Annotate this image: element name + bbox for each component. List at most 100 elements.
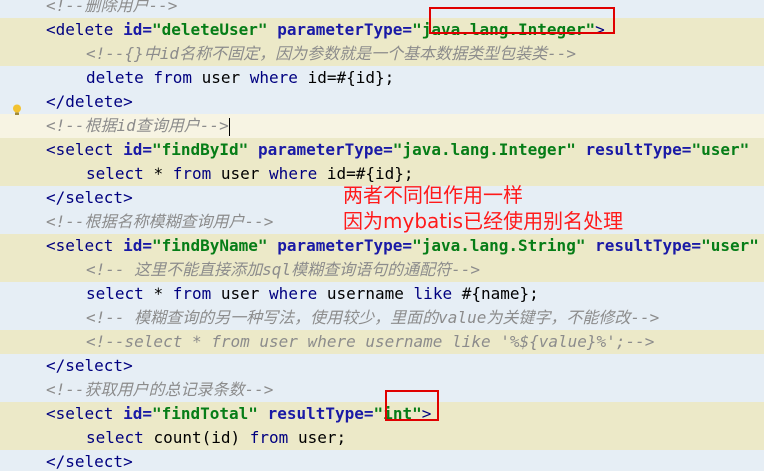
code-token: from [249, 428, 298, 447]
code-line[interactable]: <!--select * from user where username li… [0, 330, 764, 354]
code-line[interactable]: <!-- 这里不能直接添加sql模糊查询语句的通配符--> [0, 258, 764, 282]
code-token: </select> [46, 452, 133, 471]
code-line-text: select * from user where username like #… [86, 282, 539, 306]
code-token: "user" [701, 236, 759, 255]
code-line[interactable]: </select> [0, 450, 764, 471]
code-token: "java.lang.String" [412, 236, 586, 255]
code-line-text: <select id="findTotal" resultType="int"> [46, 402, 431, 426]
code-line[interactable]: <!-- 模糊查询的另一种写法，使用较少，里面的value为关键字，不能修改--… [0, 306, 764, 330]
code-token: from [172, 164, 221, 183]
code-token: #{name}; [461, 284, 539, 303]
code-token: </select> [46, 356, 133, 375]
code-line-text: <!--删除用户--> [46, 0, 177, 18]
code-line[interactable]: select * from user where username like #… [0, 282, 764, 306]
code-token: user [220, 284, 270, 303]
code-token: delete from [86, 68, 202, 87]
code-editor[interactable]: <!--删除用户--> <delete id="deleteUser" param… [0, 0, 764, 471]
highlight-box-parametertype [429, 7, 615, 34]
code-token: resultType= [267, 404, 374, 423]
code-line[interactable]: <!--根据id查询用户--> [0, 114, 764, 138]
code-token: select [86, 284, 154, 303]
code-token: count(id) [153, 428, 250, 447]
code-token: id= [123, 140, 152, 159]
code-token: parameterType= [277, 236, 413, 255]
code-token: select [86, 164, 154, 183]
code-line-text: <!--根据名称模糊查询用户--> [46, 210, 273, 234]
code-line[interactable]: <select id="findTotal" resultType="int"> [0, 402, 764, 426]
code-token: * [153, 284, 173, 303]
code-token: like [413, 284, 462, 303]
code-line-text: delete from user where id=#{id}; [86, 66, 394, 90]
code-token: * [153, 164, 173, 183]
code-token: <select [46, 404, 124, 423]
code-line-text: <!-- 这里不能直接添加sql模糊查询语句的通配符--> [86, 258, 480, 282]
code-line[interactable]: <!--{}中id名称不固定，因为参数就是一个基本数据类型包装类--> [0, 42, 764, 66]
code-token: select [86, 428, 154, 447]
code-line-text: <!--select * from user where username li… [86, 330, 654, 354]
code-token: <select [46, 140, 124, 159]
code-line-text: select count(id) from user; [86, 426, 346, 450]
code-token: <delete [46, 20, 124, 39]
code-line-text: </delete> [46, 90, 133, 114]
code-token: <!-- 这里不能直接添加sql模糊查询语句的通配符--> [86, 260, 480, 279]
code-token: <!--删除用户--> [46, 0, 178, 15]
code-token: parameterType= [277, 20, 413, 39]
code-token: resultType= [585, 140, 692, 159]
code-line-text: <!--{}中id名称不固定，因为参数就是一个基本数据类型包装类--> [86, 42, 576, 66]
code-line-text: </select> [46, 450, 133, 471]
annotation-note: 两者不同但作用一样 因为mybatis已经使用别名处理 [343, 182, 623, 234]
code-token: "user" [691, 140, 750, 159]
code-token: id=#{id}; [307, 68, 395, 87]
code-token: <!-- 模糊查询的另一种写法，使用较少，里面的value为关键字，不能修改--… [86, 308, 660, 327]
code-line[interactable]: select count(id) from user; [0, 426, 764, 450]
code-line-text: <select id="findById" parameterType="jav… [46, 138, 749, 162]
code-line[interactable]: </delete> [0, 90, 764, 114]
code-token: resultType= [595, 236, 702, 255]
highlight-box-resulttype-int [385, 390, 439, 421]
code-token: id= [123, 404, 152, 423]
code-line-text: <!--根据id查询用户--> [46, 114, 230, 138]
code-token: "deleteUser" [151, 20, 268, 39]
code-token: <!--根据名称模糊查询用户--> [46, 212, 274, 231]
code-token: user [220, 164, 270, 183]
code-line-text: </select> [46, 186, 133, 210]
code-line[interactable]: <select id="findByName" parameterType="j… [0, 234, 764, 258]
code-line[interactable]: <!--获取用户的总记录条数--> [0, 378, 764, 402]
code-line-text: <!-- 模糊查询的另一种写法，使用较少，里面的value为关键字，不能修改--… [86, 306, 659, 330]
code-token: user; [297, 428, 347, 447]
code-token: "java.lang.Integer" [392, 140, 576, 159]
code-token: <!--根据id查询用户--> [46, 116, 229, 135]
code-line[interactable]: </select> [0, 354, 764, 378]
code-token: id=#{id}; [326, 164, 414, 183]
code-token: where [269, 164, 327, 183]
code-token: user [201, 68, 250, 87]
code-line[interactable]: delete from user where id=#{id}; [0, 66, 764, 90]
code-token: </delete> [46, 92, 133, 111]
code-line-text: <select id="findByName" parameterType="j… [46, 234, 759, 258]
code-line[interactable]: <select id="findById" parameterType="jav… [0, 138, 764, 162]
code-token: <select [46, 236, 124, 255]
code-token: id= [123, 236, 152, 255]
code-token: </select> [46, 188, 133, 207]
code-token: "findByName" [151, 236, 268, 255]
code-token: username [326, 284, 414, 303]
code-token: <!--{}中id名称不固定，因为参数就是一个基本数据类型包装类--> [86, 44, 576, 63]
code-token: where [269, 284, 327, 303]
code-line[interactable]: <delete id="deleteUser" parameterType="j… [0, 18, 764, 42]
code-token: where [249, 68, 308, 87]
code-token: <!--获取用户的总记录条数--> [46, 380, 274, 399]
code-token: "findTotal" [151, 404, 258, 423]
code-line-text: </select> [46, 354, 133, 378]
code-token: parameterType= [257, 140, 393, 159]
code-line[interactable]: <!--删除用户--> [0, 0, 764, 18]
text-cursor [228, 117, 230, 136]
code-token: from [172, 284, 221, 303]
code-token: <!--select * from user where username li… [86, 332, 655, 351]
code-line-text: <!--获取用户的总记录条数--> [46, 378, 273, 402]
lightbulb-icon[interactable] [12, 104, 22, 116]
